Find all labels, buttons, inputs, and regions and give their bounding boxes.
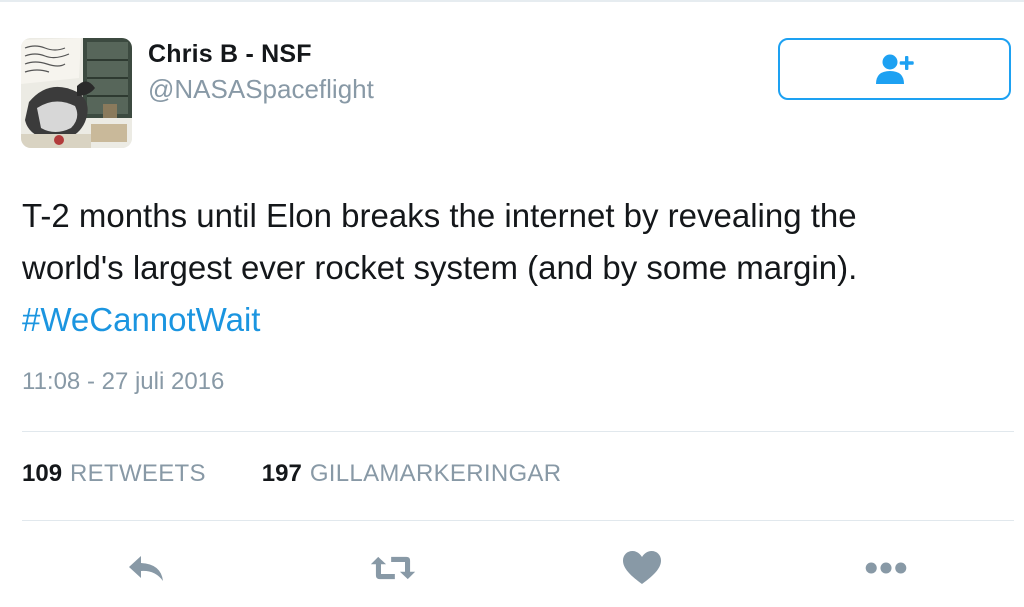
follow-button[interactable]	[778, 38, 1011, 100]
retweets-stat[interactable]: 109 RETWEETS	[22, 460, 206, 488]
tweet-timestamp[interactable]: 11:08 - 27 juli 2016	[22, 368, 224, 396]
user-name[interactable]: Chris B - NSF	[148, 40, 312, 69]
divider	[22, 520, 1014, 521]
retweets-label: RETWEETS	[70, 460, 206, 487]
more-button[interactable]	[862, 548, 910, 588]
retweet-button[interactable]	[369, 548, 417, 588]
divider	[22, 431, 1014, 432]
reply-button[interactable]	[122, 548, 170, 588]
add-user-icon	[875, 54, 914, 84]
reply-icon	[129, 556, 163, 581]
hashtag-link[interactable]: #WeCannotWait	[22, 301, 260, 338]
user-handle[interactable]: @NASASpaceflight	[148, 74, 374, 105]
more-icon	[865, 562, 907, 574]
heart-icon	[623, 551, 661, 584]
tweet-stats: 109 RETWEETS 197 GILLAMARKERINGAR	[22, 460, 617, 488]
tweet-text: T-2 months until Elon breaks the interne…	[22, 190, 1002, 346]
like-button[interactable]	[618, 548, 666, 588]
avatar-illustration	[21, 38, 132, 148]
tweet-text-line: world's largest ever rocket system (and …	[22, 249, 858, 286]
likes-label: GILLAMARKERINGAR	[309, 460, 562, 487]
retweets-count: 109	[22, 460, 63, 487]
top-border	[0, 0, 1024, 2]
tweet-text-line: T-2 months until Elon breaks the interne…	[22, 197, 857, 234]
likes-stat[interactable]: 197 GILLAMARKERINGAR	[262, 460, 562, 488]
avatar[interactable]	[21, 38, 132, 148]
retweet-icon	[370, 556, 416, 580]
likes-count: 197	[261, 460, 302, 487]
action-bar	[0, 540, 1024, 600]
tweet-card: Chris B - NSF @NASASpaceflight T-2 month…	[0, 0, 1024, 607]
